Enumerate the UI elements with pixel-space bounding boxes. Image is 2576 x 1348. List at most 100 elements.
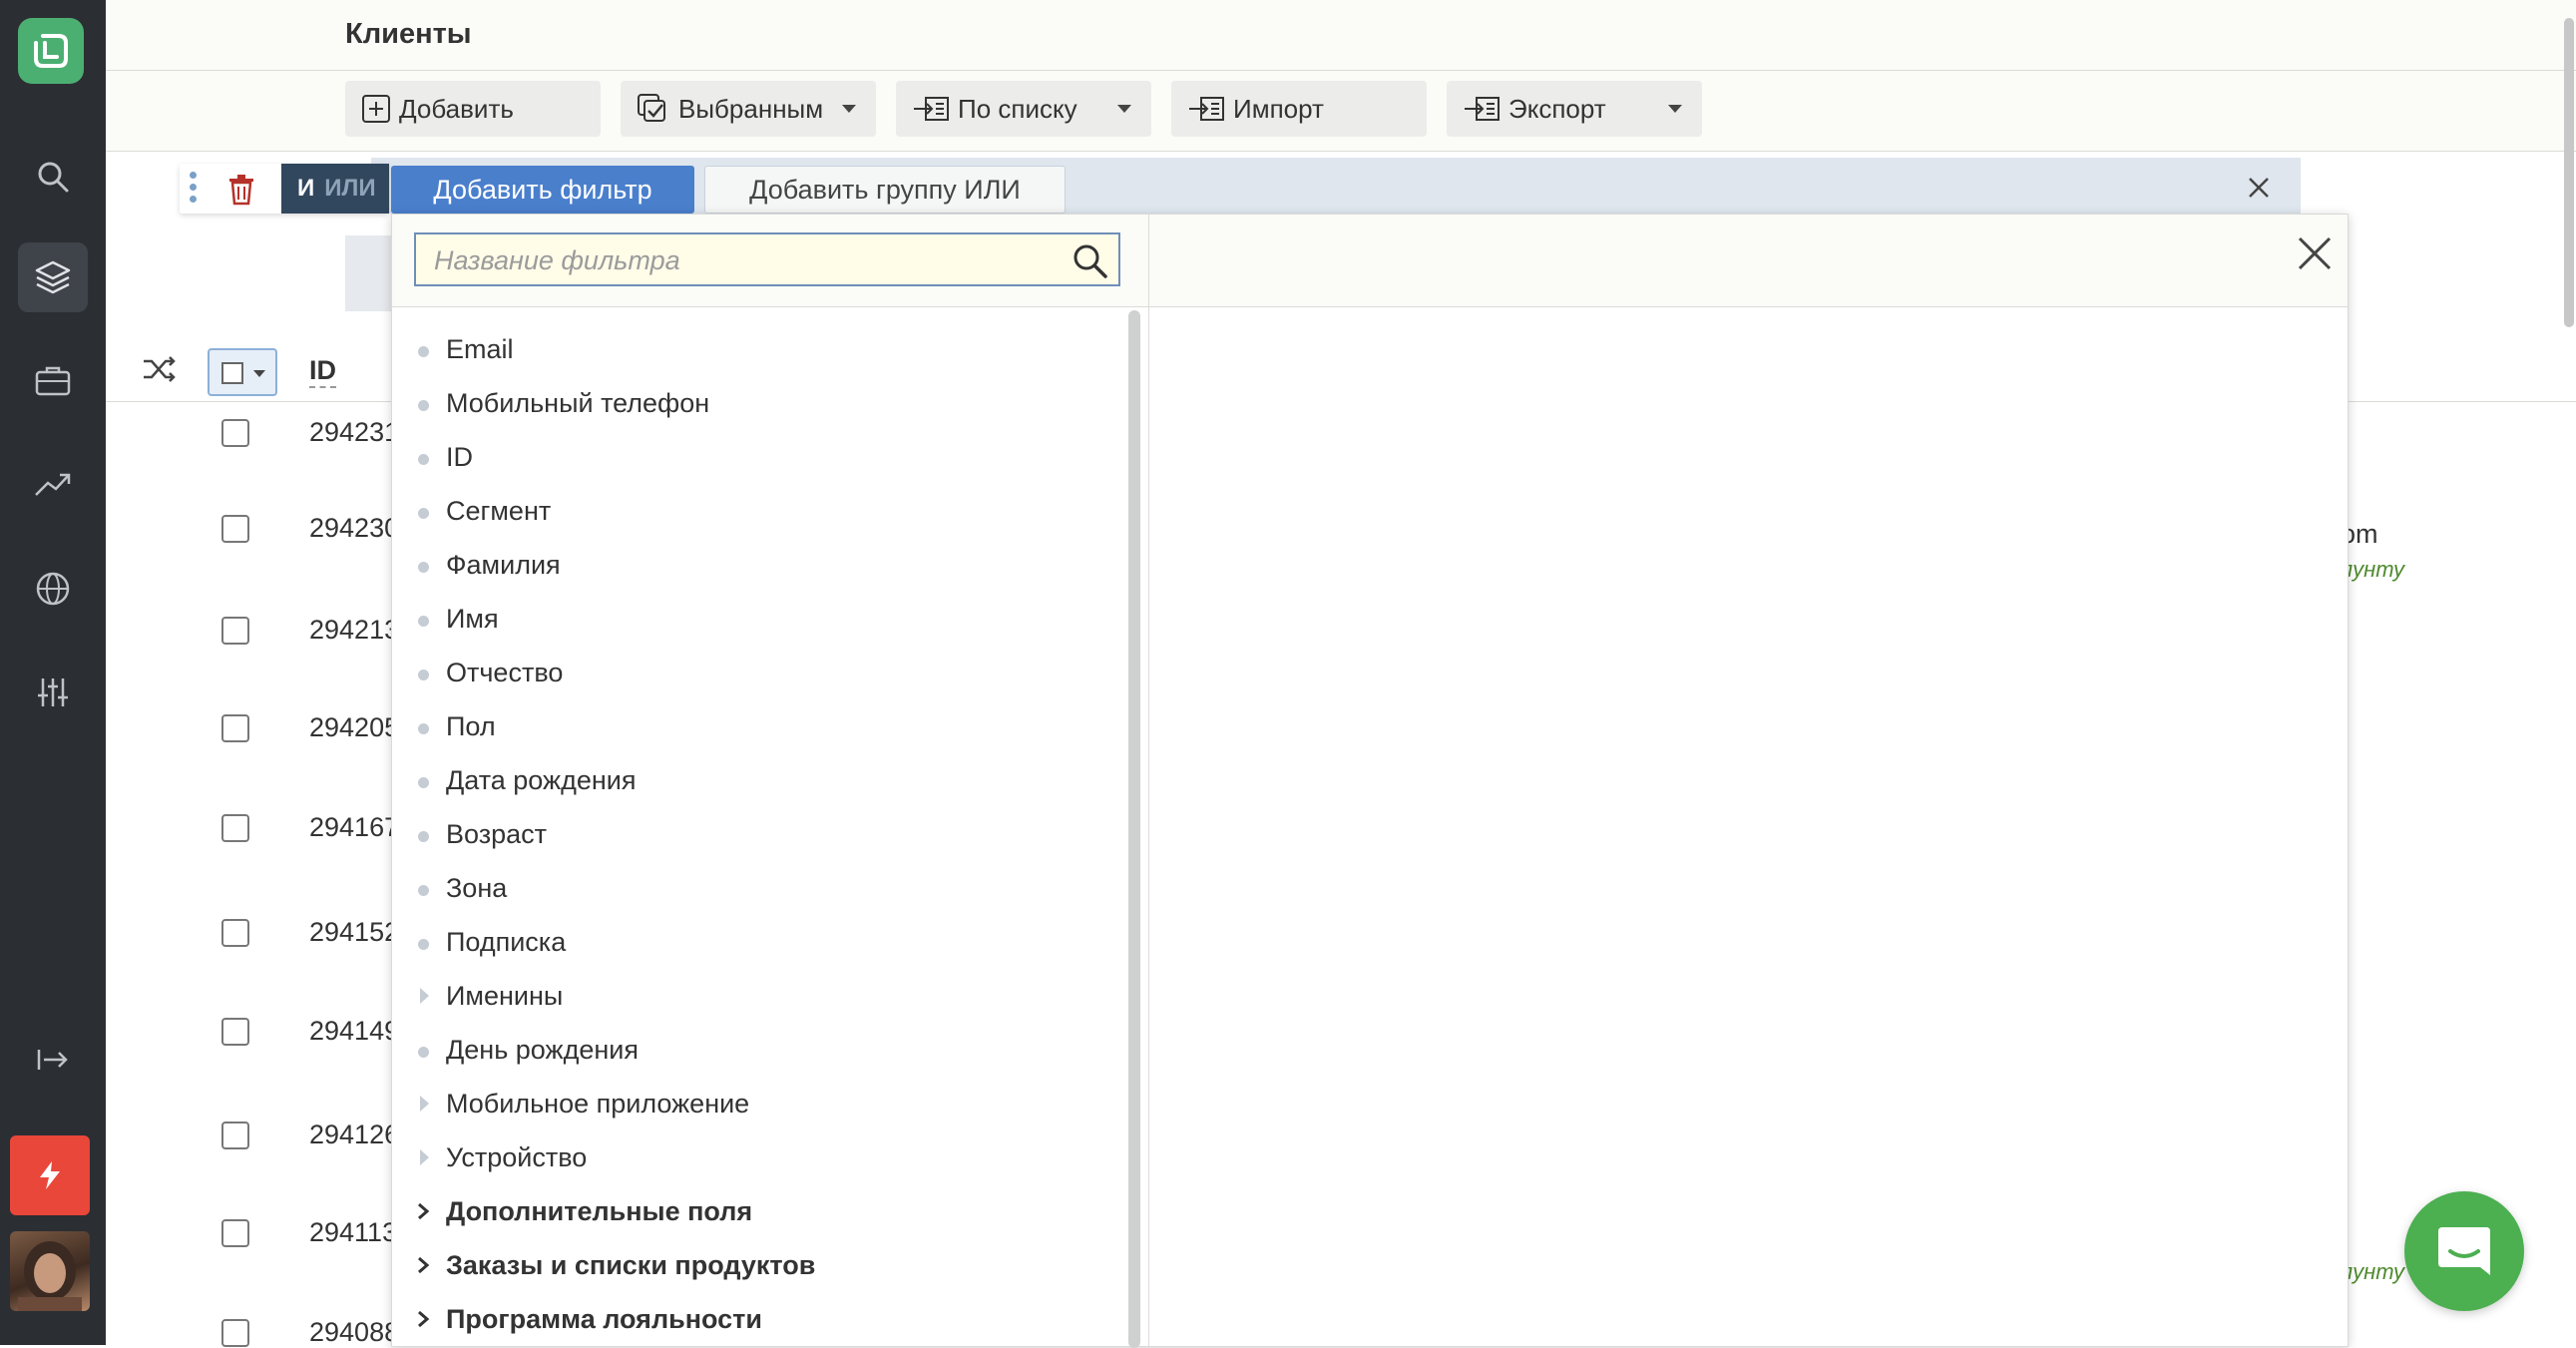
filter-option[interactable]: Устройство: [392, 1130, 1130, 1184]
filter-option[interactable]: Дата рождения: [392, 753, 1130, 807]
close-dropdown-button[interactable]: [2296, 234, 2334, 277]
row-checkbox[interactable]: [221, 1018, 249, 1046]
column-header-id[interactable]: ID: [309, 355, 336, 388]
nav-search[interactable]: [18, 142, 88, 212]
or-option[interactable]: ИЛИ: [324, 175, 375, 203]
filter-option[interactable]: Отчество: [392, 646, 1130, 699]
row-checkbox[interactable]: [221, 515, 249, 543]
import-button[interactable]: Импорт: [1171, 81, 1427, 137]
filter-option-label: Именины: [446, 980, 564, 1011]
trash-icon: [229, 175, 253, 206]
nav-briefcase[interactable]: [18, 345, 88, 415]
nav-collapse[interactable]: [18, 1025, 88, 1095]
export-button[interactable]: Экспорт: [1447, 81, 1702, 137]
add-filter-button[interactable]: Добавить фильтр: [391, 166, 694, 214]
row-id-cell[interactable]: 294230: [309, 513, 399, 544]
row-checkbox[interactable]: [221, 1122, 249, 1149]
filter-option[interactable]: Именины: [392, 969, 1130, 1023]
row-id-cell[interactable]: 294213: [309, 615, 399, 646]
filter-option[interactable]: Email: [392, 322, 1130, 376]
filter-category-group[interactable]: Дополнительные поля: [392, 1184, 1130, 1238]
export-icon: [1465, 97, 1500, 121]
filter-option[interactable]: Мобильный телефон: [392, 376, 1130, 430]
filter-option[interactable]: Имя: [392, 592, 1130, 646]
row-checkbox[interactable]: [221, 919, 249, 947]
bullet-icon: [418, 400, 429, 411]
page-scrollbar[interactable]: [2564, 18, 2574, 327]
globe-icon: [36, 572, 70, 606]
filter-option[interactable]: Сегмент: [392, 484, 1130, 538]
filter-option-label: Дополнительные поля: [446, 1195, 753, 1226]
bullet-icon: [418, 723, 429, 734]
quick-actions-button[interactable]: [10, 1135, 90, 1215]
nav-analytics[interactable]: [18, 450, 88, 520]
nav-layers[interactable]: [18, 242, 88, 312]
lightning-icon: [40, 1161, 60, 1189]
bullet-icon: [418, 454, 429, 465]
row-id-cell[interactable]: 294167: [309, 812, 399, 843]
filter-option[interactable]: Фамилия: [392, 538, 1130, 592]
filter-search-field[interactable]: [414, 232, 1120, 286]
row-id-cell[interactable]: 294149: [309, 1016, 399, 1047]
row-checkbox[interactable]: [221, 814, 249, 842]
and-or-toggle[interactable]: И ИЛИ: [281, 164, 389, 214]
filter-category-group[interactable]: Заказы и списки продуктов: [392, 1238, 1130, 1292]
selected-actions-label: Выбранным: [678, 93, 824, 124]
nav-globe[interactable]: [18, 554, 88, 624]
nav-settings[interactable]: [18, 658, 88, 727]
row-id-cell[interactable]: 294205: [309, 712, 399, 743]
row-id-cell[interactable]: 294152: [309, 917, 399, 948]
close-icon: [2298, 236, 2332, 270]
logo-icon: [34, 34, 68, 68]
row-id-cell[interactable]: 294113: [309, 1217, 397, 1248]
row-checkbox[interactable]: [221, 1319, 249, 1347]
support-chat-button[interactable]: [2404, 1191, 2524, 1311]
by-list-label: По списку: [958, 93, 1077, 124]
chevron-down-icon: [842, 105, 856, 113]
bullet-icon: [418, 346, 429, 357]
add-button[interactable]: Добавить: [345, 81, 601, 137]
filter-option[interactable]: Зона: [392, 861, 1130, 915]
remove-filter-group-button[interactable]: [2247, 176, 2271, 205]
app-logo[interactable]: [18, 18, 84, 84]
row-checkbox[interactable]: [221, 419, 249, 447]
row-checkbox[interactable]: [221, 714, 249, 742]
filter-list-scrollbar[interactable]: [1128, 310, 1140, 1348]
expand-triangle-icon: [420, 1149, 429, 1165]
filter-option-label: Мобильное приложение: [446, 1088, 750, 1119]
filter-option[interactable]: ID: [392, 430, 1130, 484]
filter-option[interactable]: Пол: [392, 699, 1130, 753]
briefcase-icon: [35, 366, 71, 396]
filter-picker-dropdown: Email Мобильный телефон ID Сегмент Фамилия Им…: [391, 214, 2349, 1348]
filter-category-group[interactable]: Программа лояльности: [392, 1292, 1130, 1346]
bullet-icon: [418, 939, 429, 950]
filter-option-label: Дата рождения: [446, 764, 637, 795]
filter-option[interactable]: День рождения: [392, 1023, 1130, 1077]
row-checkbox[interactable]: [221, 1219, 249, 1247]
drag-handle-icon[interactable]: [190, 172, 198, 208]
delete-group-button[interactable]: [227, 174, 255, 211]
select-all-dropdown[interactable]: [208, 348, 277, 396]
row-checkbox[interactable]: [221, 617, 249, 645]
by-list-button[interactable]: По списку: [896, 81, 1151, 137]
filter-search-input[interactable]: [432, 234, 1055, 286]
filter-option[interactable]: Возраст: [392, 807, 1130, 861]
filter-option[interactable]: Мобильное приложение: [392, 1077, 1130, 1130]
selected-actions-button[interactable]: Выбранным: [621, 81, 876, 137]
actions-toolbar: Добавить Выбранным По списку Импорт Эксп…: [106, 71, 2576, 152]
filter-option-label: Зона: [446, 872, 508, 903]
add-or-group-button[interactable]: Добавить группу ИЛИ: [704, 166, 1066, 214]
chevron-right-icon: [418, 1202, 430, 1220]
row-id-cell[interactable]: 294088: [309, 1317, 399, 1348]
filter-option[interactable]: Подписка: [392, 915, 1130, 969]
chevron-right-icon: [418, 1256, 430, 1274]
plus-square-icon: [362, 95, 390, 123]
user-avatar[interactable]: [10, 1231, 90, 1311]
row-id-cell[interactable]: 294126: [309, 1120, 399, 1150]
and-option[interactable]: И: [297, 175, 314, 203]
search-icon[interactable]: [1073, 243, 1108, 279]
row-id-cell[interactable]: 294231: [309, 417, 399, 448]
shuffle-columns-button[interactable]: [142, 355, 178, 388]
chevron-down-icon: [1117, 105, 1131, 113]
select-all-checkbox[interactable]: [221, 362, 243, 384]
